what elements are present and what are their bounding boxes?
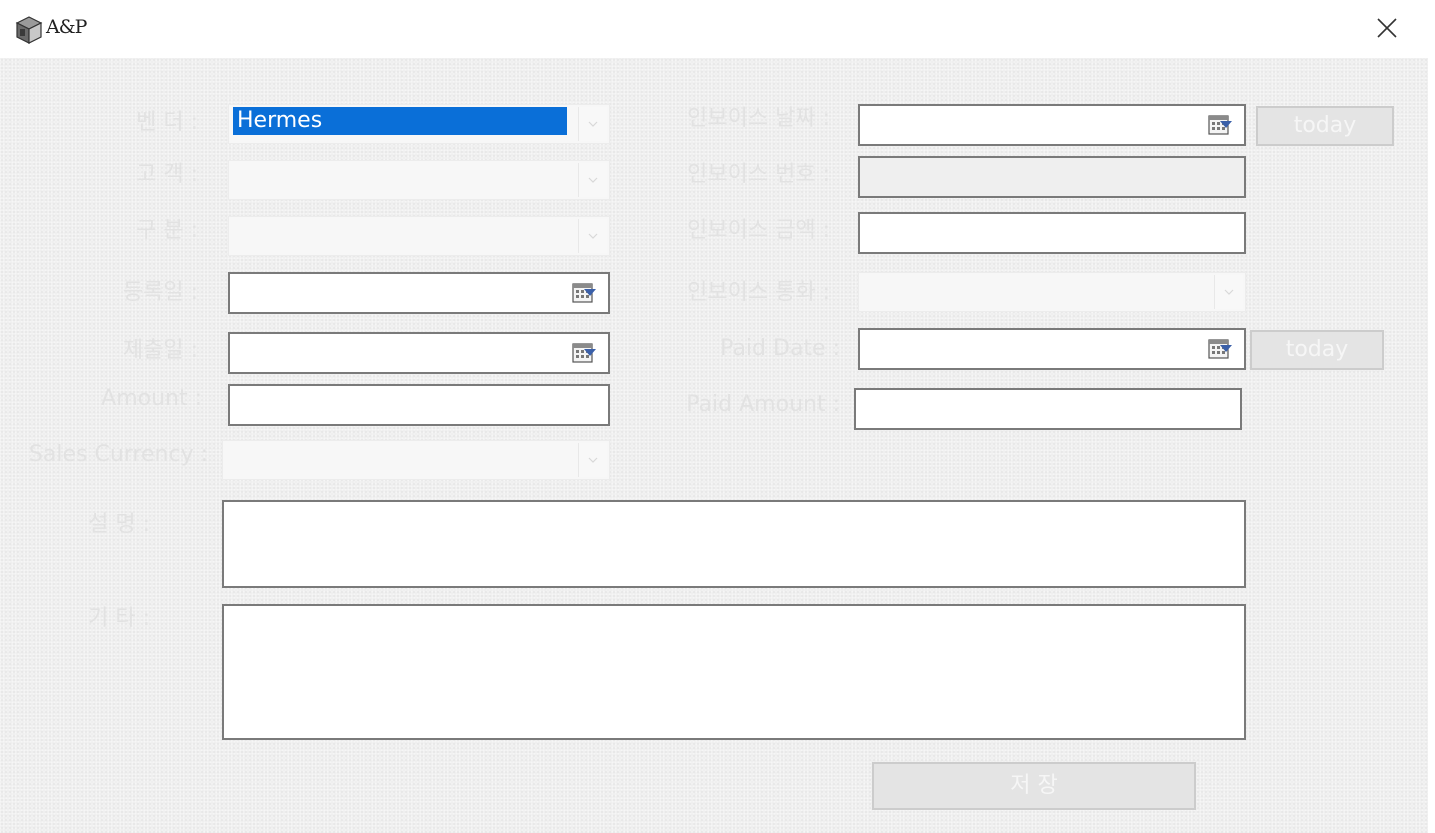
invoice-currency-dropdown-button[interactable]: [1214, 275, 1243, 309]
invoice-currency-label: 인보이스 통화 :: [687, 280, 830, 305]
sales-currency-dropdown-button[interactable]: [578, 443, 607, 477]
etc-textarea[interactable]: [222, 604, 1246, 740]
submit-date-picker[interactable]: [228, 332, 610, 374]
invoice-amount-label: 인보이스 금액 :: [687, 218, 830, 243]
invoice-amount-input[interactable]: [858, 212, 1246, 254]
reg-date-picker[interactable]: [228, 272, 610, 314]
vendor-label: 벤 더 :: [136, 110, 198, 135]
date-dropdown-arrow-icon[interactable]: [584, 289, 596, 296]
invoice-date-today-button[interactable]: today: [1256, 106, 1394, 146]
window-border: [1428, 58, 1435, 833]
vendor-dropdown-button[interactable]: [578, 107, 607, 141]
customer-label: 고 객 :: [136, 162, 198, 187]
title-bar: A&P: [0, 0, 1435, 58]
chevron-down-icon: [1224, 289, 1234, 295]
chevron-down-icon: [588, 121, 598, 127]
paid-date-label: Paid Date :: [720, 336, 840, 361]
paid-date-today-button[interactable]: today: [1250, 330, 1384, 370]
category-select[interactable]: [228, 216, 610, 256]
category-dropdown-button[interactable]: [578, 219, 607, 253]
date-dropdown-arrow-icon[interactable]: [1220, 121, 1232, 128]
vendor-select[interactable]: Hermes: [228, 104, 610, 144]
reg-date-label: 등록일 :: [122, 280, 198, 305]
invoice-date-picker[interactable]: [858, 104, 1246, 146]
date-dropdown-arrow-icon[interactable]: [1220, 345, 1232, 352]
sales-currency-label: Sales Currency :: [28, 442, 208, 467]
window-title: A&P: [46, 16, 87, 38]
close-button[interactable]: [1352, 2, 1422, 54]
invoice-number-input[interactable]: [858, 156, 1246, 198]
vendor-selected-value: Hermes: [233, 107, 567, 135]
paid-amount-label: Paid Amount :: [686, 392, 840, 417]
etc-label: 기 타 :: [88, 606, 150, 631]
paid-date-picker[interactable]: [858, 328, 1246, 370]
save-button[interactable]: 저 장: [872, 762, 1196, 810]
close-icon: [1377, 18, 1397, 38]
invoice-currency-select[interactable]: [858, 272, 1246, 312]
invoice-number-label: 인보이스 번호 :: [687, 162, 830, 187]
chevron-down-icon: [588, 233, 598, 239]
amount-input[interactable]: [228, 384, 610, 426]
invoice-date-label: 인보이스 날짜 :: [687, 106, 830, 131]
customer-select[interactable]: [228, 160, 610, 200]
description-textarea[interactable]: [222, 500, 1246, 588]
amount-label: Amount :: [101, 386, 202, 411]
submit-date-label: 제출일 :: [122, 338, 198, 363]
sales-currency-select[interactable]: [222, 440, 610, 480]
paid-amount-input[interactable]: [854, 388, 1242, 430]
date-dropdown-arrow-icon[interactable]: [584, 349, 596, 356]
app-icon: [15, 16, 43, 44]
description-label: 설 명 :: [88, 512, 150, 537]
category-label: 구 분 :: [136, 218, 198, 243]
chevron-down-icon: [588, 457, 598, 463]
chevron-down-icon: [588, 177, 598, 183]
customer-dropdown-button[interactable]: [578, 163, 607, 197]
